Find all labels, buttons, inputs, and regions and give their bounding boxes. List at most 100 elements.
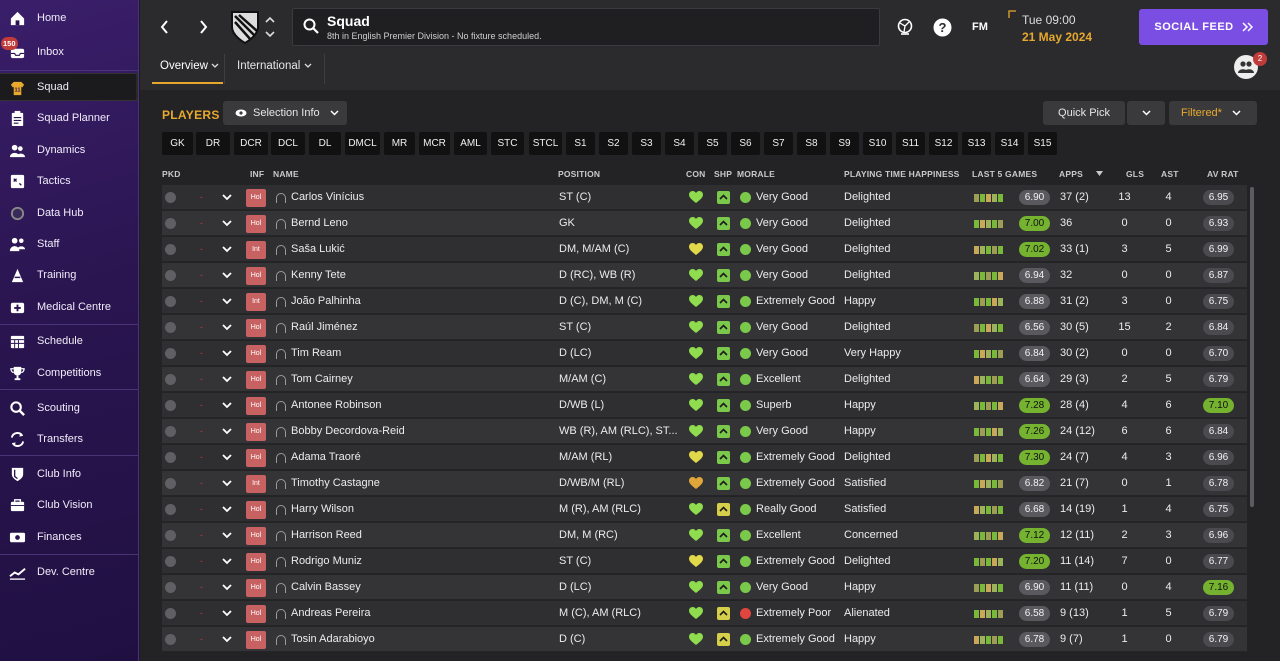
- sidebar-item-club-vision[interactable]: Club Vision: [0, 491, 138, 519]
- pick-indicator[interactable]: [165, 270, 176, 281]
- player-name[interactable]: Adama Traoré: [291, 445, 561, 470]
- table-row[interactable]: - Hol Calvin Bassey D (LC) Very Good Happy 6.9…: [162, 575, 1247, 600]
- position-filter-s5[interactable]: S5: [698, 132, 727, 155]
- chevron-down-icon[interactable]: [222, 634, 232, 644]
- tab-international[interactable]: International: [237, 60, 312, 72]
- position-filter-dcl[interactable]: DCL: [271, 132, 305, 155]
- selection-info-dropdown[interactable]: Selection Info: [223, 101, 347, 125]
- chevron-down-icon[interactable]: [222, 270, 232, 280]
- club-crest-icon[interactable]: [227, 8, 263, 46]
- chevron-down-icon[interactable]: [222, 556, 232, 566]
- pick-indicator[interactable]: [165, 244, 176, 255]
- sidebar-item-staff[interactable]: Staff: [0, 230, 138, 258]
- col-header-shp[interactable]: SHP: [714, 169, 732, 179]
- table-row[interactable]: - Hol Tim Ream D (LC) Very Good Very Happy 6.8…: [162, 341, 1247, 366]
- table-row[interactable]: - Int Timothy Castagne D/WB/M (RL) Extremely…: [162, 471, 1247, 496]
- player-name[interactable]: Tim Ream: [291, 341, 561, 366]
- page-title-box[interactable]: Squad 8th in English Premier Division - …: [292, 8, 880, 46]
- table-row[interactable]: - Hol Andreas Pereira M (C), AM (RLC) Extrem…: [162, 601, 1247, 626]
- position-filter-dr[interactable]: DR: [196, 132, 230, 155]
- position-filter-s4[interactable]: S4: [665, 132, 694, 155]
- player-name[interactable]: João Palhinha: [291, 289, 561, 314]
- sidebar-item-transfers[interactable]: Transfers: [0, 425, 138, 453]
- pick-indicator[interactable]: [165, 452, 176, 463]
- sidebar-item-medical-centre[interactable]: Medical Centre: [0, 293, 138, 321]
- col-header-name[interactable]: NAME: [273, 169, 299, 179]
- position-filter-s15[interactable]: S15: [1028, 132, 1057, 155]
- table-row[interactable]: - Hol Kenny Tete D (RC), WB (R) Very Good Del…: [162, 263, 1247, 288]
- col-header-avrat[interactable]: AV RAT: [1207, 169, 1239, 179]
- chevron-down-icon[interactable]: [222, 478, 232, 488]
- position-filter-s13[interactable]: S13: [962, 132, 991, 155]
- tab-overview[interactable]: Overview: [160, 60, 219, 72]
- position-filter-s10[interactable]: S10: [863, 132, 892, 155]
- sidebar-item-dev-centre[interactable]: Dev. Centre: [0, 558, 138, 586]
- pick-indicator[interactable]: [165, 322, 176, 333]
- player-name[interactable]: Tom Cairney: [291, 367, 561, 392]
- position-filter-stcl[interactable]: STCL: [529, 132, 562, 155]
- sidebar-item-squad[interactable]: 11 Squad: [0, 73, 138, 101]
- player-name[interactable]: Calvin Bassey: [291, 575, 561, 600]
- pick-indicator[interactable]: [165, 608, 176, 619]
- position-filter-dmcl[interactable]: DMCL: [345, 132, 380, 155]
- chevron-down-icon[interactable]: [222, 400, 232, 410]
- chevron-down-icon[interactable]: [222, 322, 232, 332]
- position-filter-s11[interactable]: S11: [896, 132, 925, 155]
- pick-indicator[interactable]: [165, 530, 176, 541]
- player-name[interactable]: Saša Lukić: [291, 237, 561, 262]
- player-name[interactable]: Rodrigo Muniz: [291, 549, 561, 574]
- table-row[interactable]: - Hol Adama Traoré M/AM (RL) Extremely Good D…: [162, 445, 1247, 470]
- col-header-con[interactable]: CON: [686, 169, 706, 179]
- player-name[interactable]: Harry Wilson: [291, 497, 561, 522]
- sidebar-item-club-info[interactable]: Club Info: [0, 460, 138, 488]
- player-name[interactable]: Andreas Pereira: [291, 601, 561, 626]
- pick-indicator[interactable]: [165, 582, 176, 593]
- pick-indicator[interactable]: [165, 556, 176, 567]
- sidebar-item-tactics[interactable]: Tactics: [0, 167, 138, 195]
- sidebar-item-data-hub[interactable]: Data Hub: [0, 199, 138, 227]
- col-header-ast[interactable]: AST: [1161, 169, 1179, 179]
- player-name[interactable]: Bobby Decordova-Reid: [291, 419, 561, 444]
- chevron-down-icon[interactable]: [222, 608, 232, 618]
- chevron-down-icon[interactable]: [222, 348, 232, 358]
- table-row[interactable]: - Int João Palhinha D (C), DM, M (C) Extreme…: [162, 289, 1247, 314]
- position-filter-gk[interactable]: GK: [162, 132, 193, 155]
- table-row[interactable]: - Int Saša Lukić DM, M/AM (C) Very Good Delig…: [162, 237, 1247, 262]
- chevron-down-icon[interactable]: [222, 192, 232, 202]
- sidebar-item-inbox[interactable]: Inbox: [0, 38, 138, 66]
- pick-indicator[interactable]: [165, 218, 176, 229]
- player-name[interactable]: Antonee Robinson: [291, 393, 561, 418]
- back-button[interactable]: [156, 16, 172, 38]
- position-filter-aml[interactable]: AML: [454, 132, 487, 155]
- position-filter-dl[interactable]: DL: [309, 132, 341, 155]
- chevron-down-icon[interactable]: [222, 426, 232, 436]
- table-row[interactable]: - Hol Bobby Decordova-Reid WB (R), AM (RLC)…: [162, 419, 1247, 444]
- pick-indicator[interactable]: [165, 348, 176, 359]
- col-header-gls[interactable]: GLS: [1126, 169, 1144, 179]
- position-filter-mr[interactable]: MR: [384, 132, 415, 155]
- col-header-morale[interactable]: MORALE: [737, 169, 775, 179]
- chevron-down-icon[interactable]: [222, 582, 232, 592]
- sidebar-item-squad-planner[interactable]: Squad Planner: [0, 104, 138, 132]
- player-name[interactable]: Tosin Adarabioyo: [291, 627, 561, 652]
- pick-indicator[interactable]: [165, 426, 176, 437]
- chevron-down-icon[interactable]: [222, 452, 232, 462]
- pick-indicator[interactable]: [165, 634, 176, 645]
- col-header-inf[interactable]: INF: [250, 169, 264, 179]
- player-name[interactable]: Raúl Jiménez: [291, 315, 561, 340]
- sidebar-item-schedule[interactable]: Schedule: [0, 327, 138, 355]
- table-row[interactable]: - Hol Bernd Leno GK Very Good Delighted 7.00 36…: [162, 211, 1247, 236]
- chevron-down-icon[interactable]: [222, 218, 232, 228]
- sidebar-item-home[interactable]: Home: [0, 4, 138, 32]
- position-filter-s6[interactable]: S6: [731, 132, 760, 155]
- social-feed-button[interactable]: SOCIAL FEED: [1139, 9, 1268, 45]
- table-row[interactable]: - Hol Carlos Vinícius ST (C) Very Good Deligh…: [162, 185, 1247, 210]
- quick-pick-button[interactable]: Quick Pick: [1043, 101, 1125, 125]
- col-header-apps[interactable]: APPS: [1059, 169, 1083, 179]
- table-row[interactable]: - Hol Raúl Jiménez ST (C) Very Good Delighted…: [162, 315, 1247, 340]
- position-filter-s9[interactable]: S9: [830, 132, 859, 155]
- pick-indicator[interactable]: [165, 374, 176, 385]
- col-header-position[interactable]: POSITION: [558, 169, 600, 179]
- col-header-happiness[interactable]: PLAYING TIME HAPPINESS: [844, 169, 960, 179]
- position-filter-s14[interactable]: S14: [995, 132, 1024, 155]
